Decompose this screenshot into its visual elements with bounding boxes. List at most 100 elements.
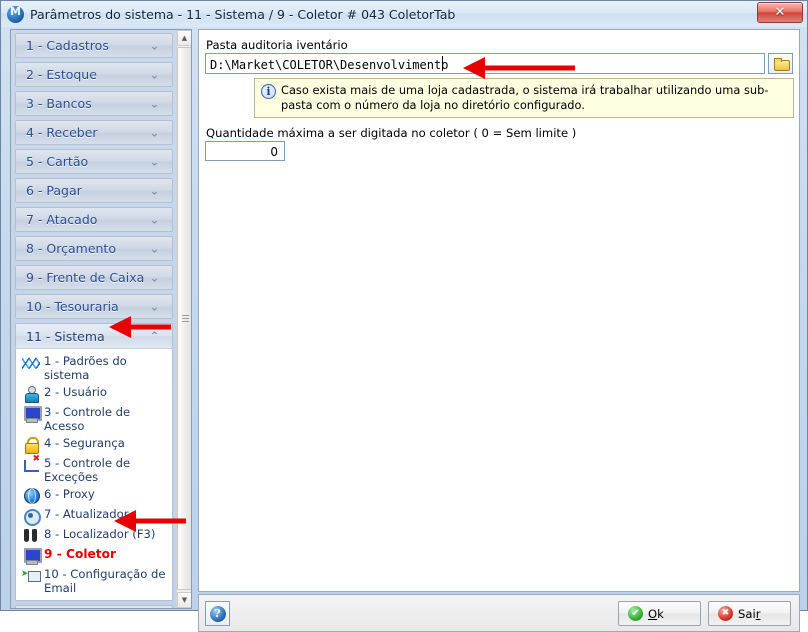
- navigation-list: 1 - Cadastros ⌄ 2 - Estoque ⌄ 3 - Bancos…: [11, 30, 177, 608]
- sidebar-group-label: 2 - Estoque: [26, 67, 97, 82]
- chevron-down-icon: ⌄: [149, 126, 160, 139]
- sidebar-group-orcamento[interactable]: 8 - Orçamento ⌄: [15, 236, 173, 261]
- sidebar-group-frente-de-caixa[interactable]: 9 - Frente de Caixa ⌄: [15, 265, 173, 290]
- chevron-down-icon: ⌄: [149, 39, 160, 52]
- sidebar-scrollbar[interactable]: ▲ ▼: [176, 30, 191, 608]
- sidebar-item-configuracao-de-email[interactable]: 10 - Configuração de Email: [16, 565, 172, 596]
- waves-icon: [22, 354, 40, 371]
- sidebar-item-label: 5 - Controle de Exceções: [44, 456, 131, 484]
- sidebar-group-contabilidade[interactable]: 12 - Contabilidade ⌄: [15, 605, 173, 608]
- chevron-down-icon: ⌄: [149, 97, 160, 110]
- user-icon: [22, 385, 40, 403]
- sidebar-item-label: 2 - Usuário: [44, 385, 107, 399]
- inventory-audit-path-input[interactable]: [205, 53, 765, 74]
- app-logo-icon: [7, 5, 24, 23]
- window-title: Parâmetros do sistema - 11 - Sistema / 9…: [30, 6, 456, 22]
- exit-label-start: Sai: [738, 606, 756, 621]
- sidebar-group-cartao[interactable]: 5 - Cartão ⌄: [15, 149, 173, 174]
- chevron-down-icon: ⌄: [149, 300, 160, 313]
- scrollbar-thumb[interactable]: [177, 47, 191, 590]
- ok-label-rest: k: [657, 606, 664, 621]
- dialog-footer: ? Ok Sair: [198, 594, 800, 632]
- sidebar-group-tesouraria[interactable]: 10 - Tesouraria ⌄: [15, 294, 173, 319]
- title-bar[interactable]: Parâmetros do sistema - 11 - Sistema / 9…: [1, 1, 807, 27]
- browse-folder-button[interactable]: [768, 53, 793, 74]
- sidebar-item-seguranca[interactable]: 4 - Segurança: [16, 434, 172, 454]
- sidebar-group-label: 5 - Cartão: [26, 154, 89, 169]
- help-button[interactable]: ?: [205, 601, 230, 626]
- scroll-down-arrow-icon[interactable]: ▼: [177, 592, 191, 608]
- sidebar-group-label: 8 - Orçamento: [26, 241, 116, 256]
- globe-icon: [22, 487, 40, 504]
- sidebar-group-sistema[interactable]: 11 - Sistema ⌃: [15, 323, 173, 348]
- sidebar-group-bancos[interactable]: 3 - Bancos ⌄: [15, 91, 173, 116]
- chevron-down-icon: ⌄: [149, 68, 160, 81]
- quantity-field-label: Quantidade máxima a ser digitada no cole…: [206, 126, 577, 140]
- chevron-down-icon: ⌄: [149, 184, 160, 197]
- close-icon: ✕: [774, 5, 786, 20]
- chevron-down-icon: ⌄: [149, 271, 160, 284]
- monitor-icon: [22, 405, 42, 423]
- sidebar-item-usuario[interactable]: 2 - Usuário: [16, 383, 172, 403]
- mail-icon: [21, 567, 41, 584]
- sidebar-group-cadastros[interactable]: 1 - Cadastros ⌄: [15, 33, 173, 58]
- check-icon: [628, 606, 643, 621]
- info-hint-text: Caso exista mais de uma loja cadastrada,…: [281, 83, 769, 112]
- sidebar-group-estoque[interactable]: 2 - Estoque ⌄: [15, 62, 173, 87]
- path-field-label: Pasta auditoria iventário: [206, 38, 348, 52]
- sidebar-item-label: 8 - Localizador (F3): [44, 527, 156, 541]
- text-caret: [442, 56, 443, 71]
- help-icon: ?: [209, 605, 226, 622]
- navigation-panel: 1 - Cadastros ⌄ 2 - Estoque ⌄ 3 - Bancos…: [10, 29, 192, 609]
- ok-accel-char: O: [648, 606, 658, 621]
- sidebar-item-atualizador[interactable]: 7 - Atualizador: [16, 505, 172, 526]
- sidebar-item-controle-de-acesso[interactable]: 3 - Controle de Acesso: [16, 403, 172, 434]
- sidebar-group-label: 7 - Atacado: [26, 212, 98, 227]
- exit-accel-char: r: [755, 606, 761, 621]
- client-area: 1 - Cadastros ⌄ 2 - Estoque ⌄ 3 - Bancos…: [2, 27, 806, 632]
- chevron-down-icon: ⌄: [149, 242, 160, 255]
- scroll-up-arrow-icon[interactable]: ▲: [177, 30, 191, 46]
- chevron-down-icon: ⌄: [149, 155, 160, 168]
- sidebar-item-label: 9 - Coletor: [44, 547, 116, 561]
- sidebar-group-label: 3 - Bancos: [26, 96, 92, 111]
- close-button[interactable]: ✕: [757, 2, 803, 23]
- sidebar-group-label: 1 - Cadastros: [26, 38, 109, 53]
- sidebar-item-label: 7 - Atualizador: [44, 507, 129, 521]
- info-hint-box: i Caso exista mais de uma loja cadastrad…: [254, 78, 794, 118]
- sidebar-item-proxy[interactable]: 6 - Proxy: [16, 485, 172, 505]
- ok-button-label: Ok: [648, 607, 664, 621]
- sidebar-group-label: 4 - Receber: [26, 125, 98, 140]
- sidebar-item-padroes-do-sistema[interactable]: 1 - Padrões do sistema: [16, 352, 172, 383]
- cancel-icon: [718, 606, 733, 621]
- sidebar-item-label: 1 - Padrões do sistema: [44, 354, 127, 382]
- sidebar-group-atacado[interactable]: 7 - Atacado ⌄: [15, 207, 173, 232]
- exit-button[interactable]: Sair: [708, 601, 791, 626]
- application-window: Parâmetros do sistema - 11 - Sistema / 9…: [0, 0, 808, 632]
- collector-icon: [22, 547, 42, 565]
- folder-icon: [773, 58, 790, 71]
- sidebar-group-label: 11 - Sistema: [26, 328, 105, 344]
- lock-icon: [22, 436, 40, 454]
- path-field-row: [205, 53, 793, 74]
- sidebar-item-label: 6 - Proxy: [44, 487, 95, 501]
- chevron-down-icon: ⌄: [149, 213, 160, 226]
- max-quantity-input[interactable]: [205, 141, 285, 161]
- sidebar-item-coletor[interactable]: 9 - Coletor: [16, 545, 172, 565]
- sidebar-item-label: 10 - Configuração de Email: [44, 567, 166, 595]
- sidebar-subpanel-sistema: 1 - Padrões do sistema 2 - Usuário 3 - C…: [15, 348, 173, 601]
- binoculars-icon: [22, 527, 40, 544]
- settings-panel: Pasta auditoria iventário i Caso exista …: [198, 29, 800, 592]
- sidebar-group-label: 9 - Frente de Caixa: [26, 270, 145, 285]
- exception-icon: [22, 455, 40, 473]
- sidebar-group-receber[interactable]: 4 - Receber ⌄: [15, 120, 173, 145]
- sidebar-item-localizador[interactable]: 8 - Localizador (F3): [16, 525, 172, 545]
- sidebar-item-controle-de-excecoes[interactable]: 5 - Controle de Exceções: [16, 454, 172, 485]
- ok-button[interactable]: Ok: [618, 601, 701, 626]
- sidebar-group-label: 6 - Pagar: [26, 183, 82, 198]
- info-icon: i: [261, 84, 276, 99]
- sidebar-group-pagar[interactable]: 6 - Pagar ⌄: [15, 178, 173, 203]
- sidebar-group-label: 10 - Tesouraria: [26, 299, 119, 314]
- updater-icon: [22, 507, 41, 526]
- sidebar-item-label: 4 - Segurança: [44, 436, 125, 450]
